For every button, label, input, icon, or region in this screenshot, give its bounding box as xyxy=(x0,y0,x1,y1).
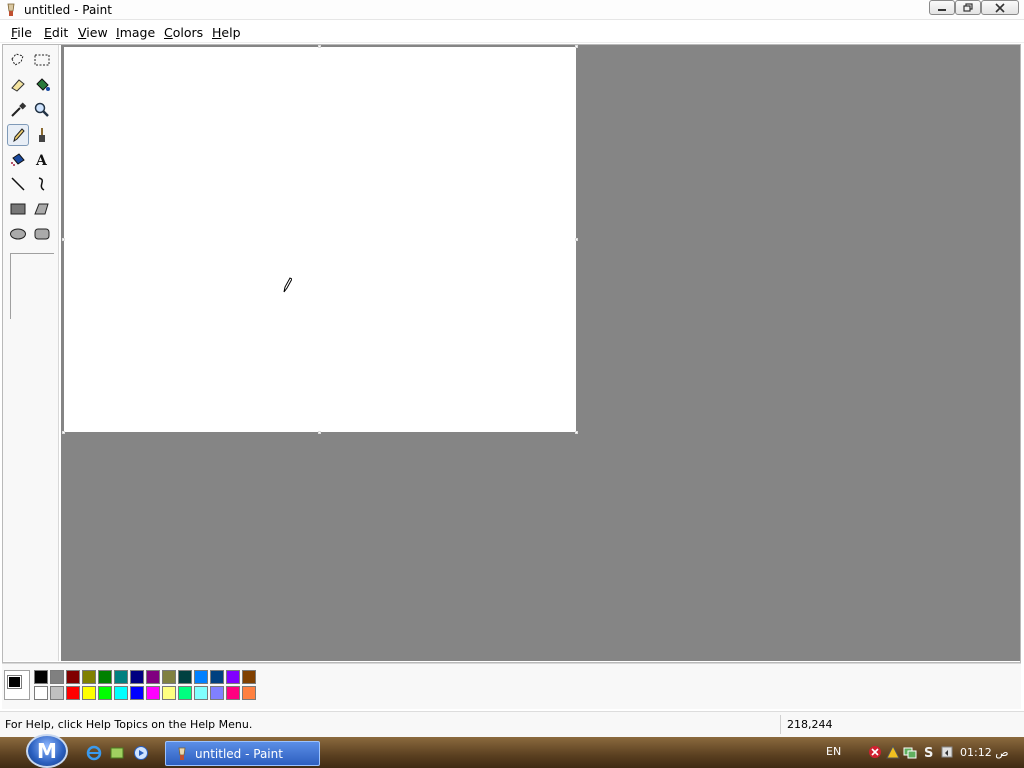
internet-explorer-icon[interactable] xyxy=(86,745,102,761)
magnifier-icon[interactable] xyxy=(31,99,53,121)
color-swatch[interactable] xyxy=(114,670,128,684)
brush-icon[interactable] xyxy=(31,124,53,146)
pencil-icon[interactable] xyxy=(7,124,29,146)
color-swatch[interactable] xyxy=(210,686,224,700)
resize-handle-top-right xyxy=(575,45,578,48)
paint-task-icon xyxy=(178,747,186,760)
clock[interactable]: 01:12 ص xyxy=(960,746,1009,759)
color-swatch[interactable] xyxy=(210,670,224,684)
svg-text:A: A xyxy=(35,153,48,168)
eraser-icon[interactable] xyxy=(7,74,29,96)
color-swatch[interactable] xyxy=(242,670,256,684)
security-alert-icon[interactable] xyxy=(868,745,882,759)
color-swatch[interactable] xyxy=(146,686,160,700)
color-swatch[interactable] xyxy=(226,670,240,684)
drawing-canvas[interactable] xyxy=(64,47,576,432)
color-swatch[interactable] xyxy=(66,670,80,684)
color-swatch[interactable] xyxy=(114,686,128,700)
color-swatch[interactable] xyxy=(242,686,256,700)
rectangle-icon[interactable] xyxy=(7,198,29,220)
free-form-select-icon[interactable] xyxy=(7,49,29,71)
resize-handle-right[interactable] xyxy=(575,238,578,241)
ellipse-icon[interactable] xyxy=(7,223,29,245)
menu-image[interactable]: Image xyxy=(116,25,155,40)
color-swatch[interactable] xyxy=(98,686,112,700)
color-swatch[interactable] xyxy=(50,686,64,700)
polygon-icon[interactable] xyxy=(31,198,53,220)
color-swatch[interactable] xyxy=(34,670,48,684)
color-swatch[interactable] xyxy=(194,670,208,684)
minimize-icon xyxy=(938,8,946,11)
restore-icon xyxy=(963,2,973,12)
color-swatch[interactable] xyxy=(194,686,208,700)
pencil-cursor-icon xyxy=(283,277,292,293)
resize-handle-top xyxy=(318,45,321,48)
media-player-icon[interactable] xyxy=(133,745,149,761)
color-swatch[interactable] xyxy=(162,686,176,700)
resize-handle-bottom-right[interactable] xyxy=(575,431,578,434)
pick-color-icon[interactable] xyxy=(7,99,29,121)
line-icon[interactable] xyxy=(7,173,29,195)
show-desktop-icon[interactable] xyxy=(109,745,125,761)
taskbar-paint-button[interactable]: untitled - Paint xyxy=(165,741,320,766)
restore-button[interactable] xyxy=(955,0,981,15)
color-swatch[interactable] xyxy=(50,670,64,684)
language-indicator[interactable]: EN xyxy=(826,745,841,758)
resize-handle-bottom[interactable] xyxy=(318,431,321,434)
volume-icon[interactable] xyxy=(940,745,954,759)
tool-options-panel[interactable] xyxy=(10,253,54,319)
color-swatch[interactable] xyxy=(130,670,144,684)
network-icon[interactable] xyxy=(903,745,917,759)
resize-handle-left xyxy=(62,238,65,241)
toolbox: A xyxy=(3,45,59,661)
resize-handle-bottom-left xyxy=(62,431,65,434)
airbrush-icon[interactable] xyxy=(7,148,29,170)
taskbar-paint-label: untitled - Paint xyxy=(195,747,283,761)
color-swatch[interactable] xyxy=(146,670,160,684)
fill-icon[interactable] xyxy=(31,74,53,96)
color-swatch[interactable] xyxy=(178,670,192,684)
status-separator xyxy=(780,715,781,734)
color-swatch[interactable] xyxy=(34,686,48,700)
menu-view[interactable]: View xyxy=(78,25,108,40)
menu-bar: File Edit View Image Colors Help xyxy=(0,21,1024,43)
s-app-icon[interactable]: S xyxy=(922,745,936,759)
minimize-button[interactable] xyxy=(929,0,955,15)
foreground-color xyxy=(7,675,22,689)
status-coordinates: 218,244 xyxy=(787,718,833,731)
color-swatch[interactable] xyxy=(98,670,112,684)
color-swatch[interactable] xyxy=(66,686,80,700)
curve-icon[interactable] xyxy=(31,173,53,195)
color-swatch[interactable] xyxy=(82,670,96,684)
color-swatch[interactable] xyxy=(226,686,240,700)
color-swatch[interactable] xyxy=(82,686,96,700)
select-icon[interactable] xyxy=(31,49,53,71)
status-help-text: For Help, click Help Topics on the Help … xyxy=(5,718,253,731)
menu-edit[interactable]: Edit xyxy=(44,25,68,40)
warning-icon[interactable] xyxy=(886,745,900,759)
rounded-rectangle-icon[interactable] xyxy=(31,223,53,245)
paint-app-icon xyxy=(7,3,15,16)
color-swatch[interactable] xyxy=(130,686,144,700)
title-bar[interactable]: untitled - Paint xyxy=(0,0,1024,20)
text-icon[interactable]: A xyxy=(31,148,53,170)
current-colors xyxy=(4,670,30,700)
color-swatch[interactable] xyxy=(162,670,176,684)
status-bar: For Help, click Help Topics on the Help … xyxy=(0,711,1024,737)
close-button[interactable] xyxy=(981,0,1019,15)
menu-file[interactable]: File xyxy=(11,25,32,40)
color-swatch[interactable] xyxy=(178,686,192,700)
menu-help[interactable]: Help xyxy=(212,25,241,40)
menu-colors[interactable]: Colors xyxy=(164,25,203,40)
start-label: M xyxy=(37,739,57,763)
start-button[interactable]: M xyxy=(26,734,68,768)
window-title: untitled - Paint xyxy=(24,3,112,17)
svg-text:S: S xyxy=(924,746,933,759)
close-icon xyxy=(995,2,1005,13)
